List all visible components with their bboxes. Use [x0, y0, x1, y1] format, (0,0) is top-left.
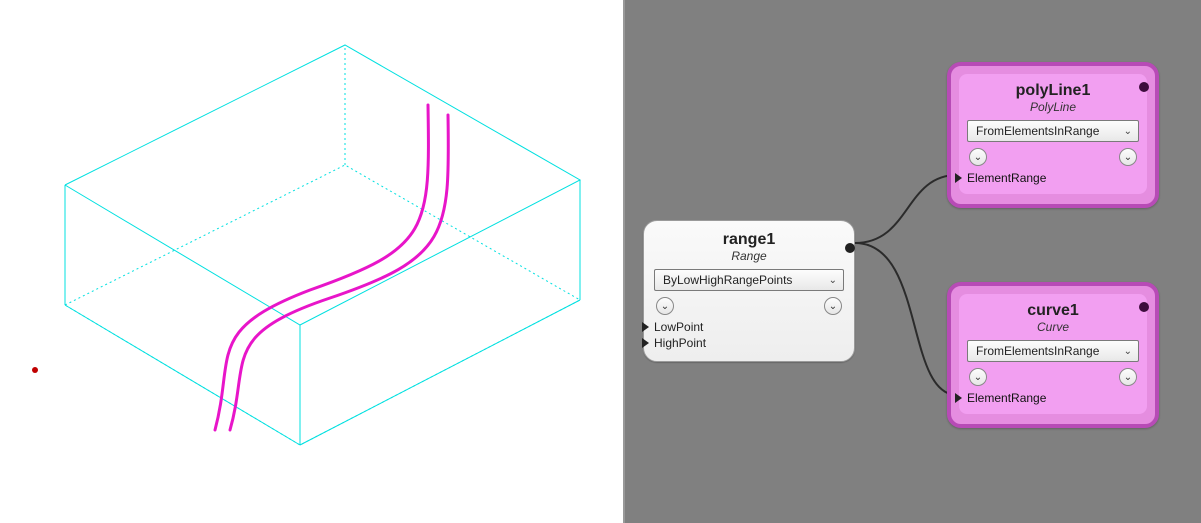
node-subtitle: Curve — [965, 320, 1141, 334]
viewport-canvas — [0, 0, 625, 523]
port-label: HighPoint — [654, 336, 706, 350]
expand-inputs-button[interactable]: ⌄ — [969, 148, 987, 166]
input-port-lowpoint[interactable]: LowPoint — [652, 319, 846, 335]
port-label: ElementRange — [967, 171, 1046, 185]
result-curves — [215, 105, 448, 430]
port-arrow-icon — [642, 322, 649, 332]
node-method-dropdown[interactable]: FromElementsInRange ⌄ — [967, 120, 1139, 142]
expand-outputs-button[interactable]: ⌄ — [824, 297, 842, 315]
node-polyline1-output-port[interactable] — [1139, 82, 1149, 92]
port-arrow-icon — [642, 338, 649, 348]
expand-outputs-button[interactable]: ⌄ — [1119, 148, 1137, 166]
node-range1[interactable]: range1 Range ByLowHighRangePoints ⌄ ⌄ ⌄ … — [643, 220, 855, 362]
dropdown-value: FromElementsInRange — [976, 124, 1099, 138]
port-arrow-icon — [955, 393, 962, 403]
node-method-dropdown[interactable]: ByLowHighRangePoints ⌄ — [654, 269, 844, 291]
expand-outputs-button[interactable]: ⌄ — [1119, 368, 1137, 386]
node-curve1-output-port[interactable] — [1139, 302, 1149, 312]
node-polyline1[interactable]: polyLine1 PolyLine FromElementsInRange ⌄… — [947, 62, 1159, 208]
input-port-elementrange[interactable]: ElementRange — [965, 390, 1141, 406]
dropdown-value: ByLowHighRangePoints — [663, 273, 792, 287]
input-port-elementrange[interactable]: ElementRange — [965, 170, 1141, 186]
port-label: ElementRange — [967, 391, 1046, 405]
chevron-down-icon: ⌄ — [1124, 126, 1132, 137]
expand-inputs-button[interactable]: ⌄ — [656, 297, 674, 315]
port-arrow-icon — [955, 173, 962, 183]
port-label: LowPoint — [654, 320, 703, 334]
chevron-down-icon: ⌄ — [829, 275, 837, 286]
viewport-3d[interactable] — [0, 0, 625, 523]
dropdown-value: FromElementsInRange — [976, 344, 1099, 358]
node-method-dropdown[interactable]: FromElementsInRange ⌄ — [967, 340, 1139, 362]
node-title: polyLine1 — [965, 80, 1141, 100]
node-title: curve1 — [965, 300, 1141, 320]
bounding-box-wireframe — [65, 45, 580, 445]
node-range1-output-port[interactable] — [845, 243, 855, 253]
origin-marker — [32, 367, 38, 373]
node-title: range1 — [652, 229, 846, 249]
node-subtitle: PolyLine — [965, 100, 1141, 114]
expand-inputs-button[interactable]: ⌄ — [969, 368, 987, 386]
node-curve1[interactable]: curve1 Curve FromElementsInRange ⌄ ⌄ ⌄ E… — [947, 282, 1159, 428]
node-graph-canvas[interactable]: range1 Range ByLowHighRangePoints ⌄ ⌄ ⌄ … — [625, 0, 1201, 523]
chevron-down-icon: ⌄ — [1124, 346, 1132, 357]
node-subtitle: Range — [652, 249, 846, 263]
input-port-highpoint[interactable]: HighPoint — [652, 335, 846, 351]
